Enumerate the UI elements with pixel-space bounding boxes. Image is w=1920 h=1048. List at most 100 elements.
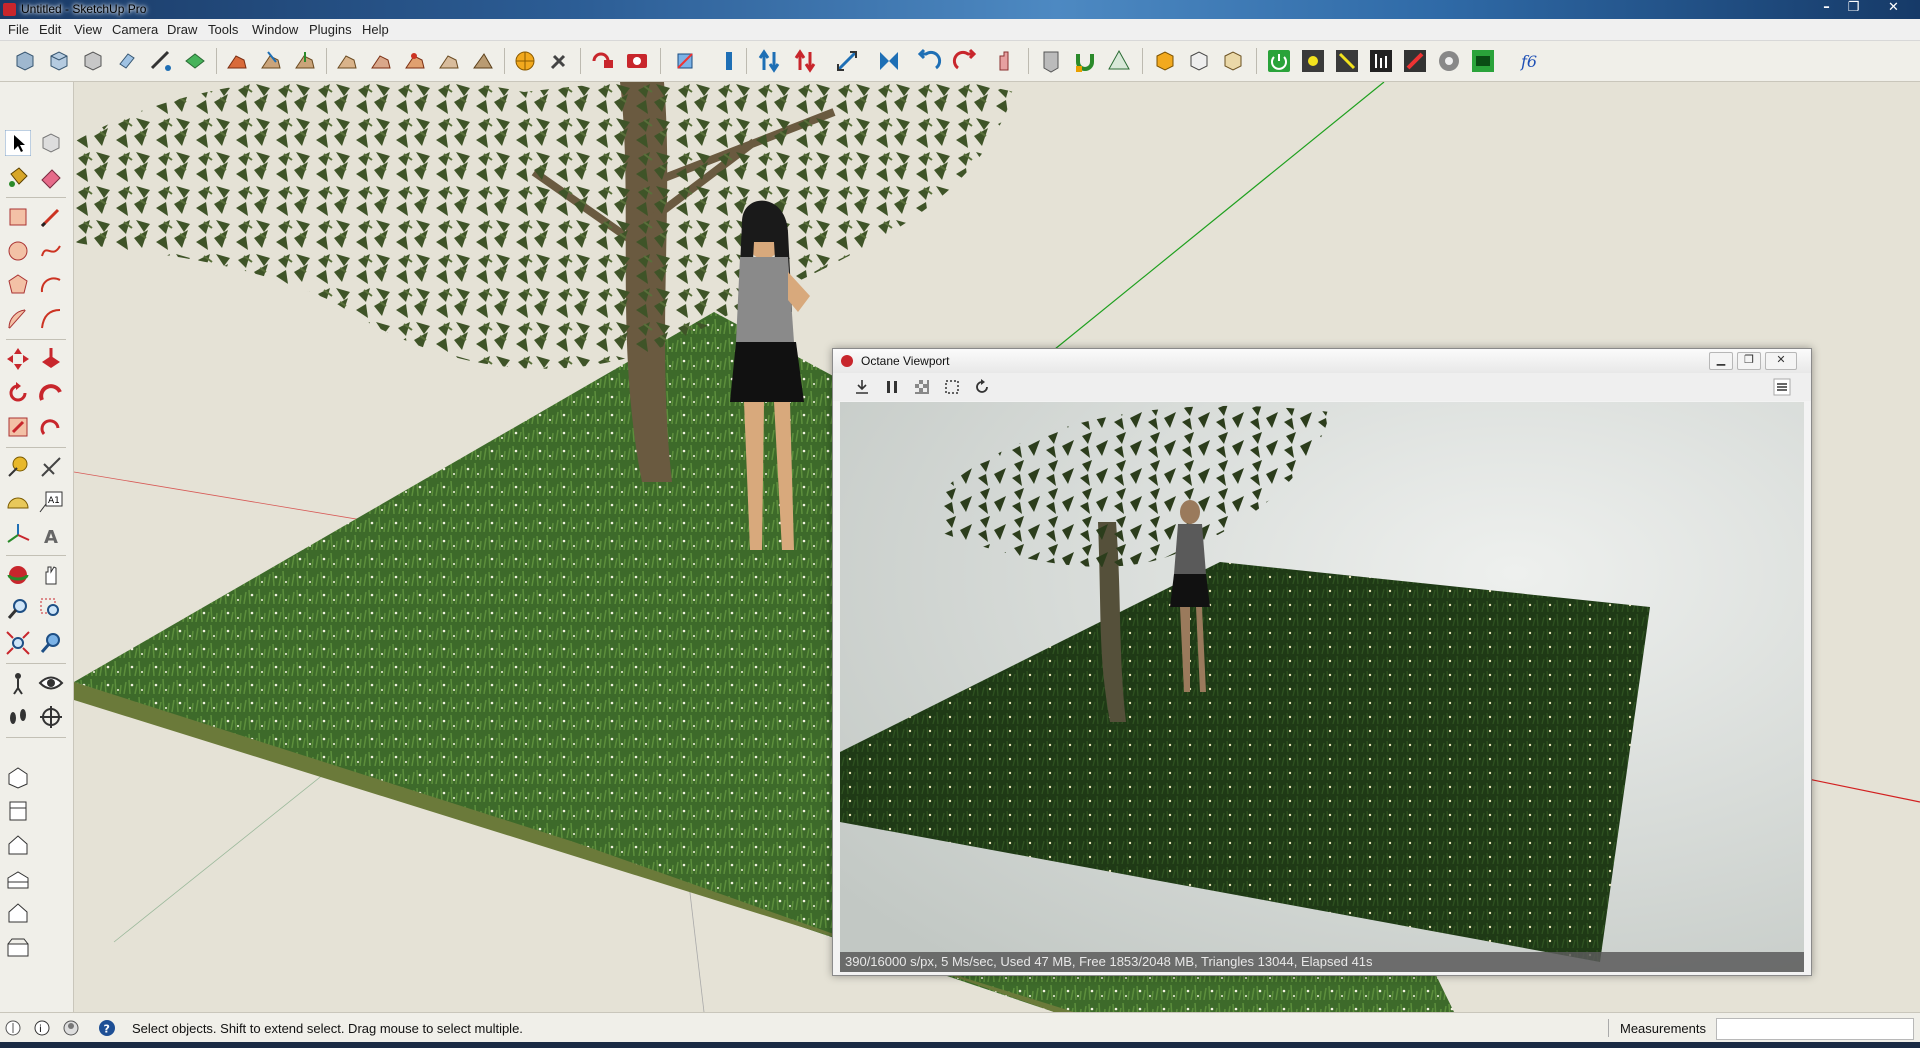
sketchup-app-icon[interactable] <box>3 3 16 16</box>
menu-window[interactable]: Window <box>252 22 298 37</box>
region-select-icon[interactable] <box>943 378 961 396</box>
octane-viewport-window[interactable]: Octane Viewport ▁ ❐ ✕ 390/16000 s/px, 5 … <box>832 348 1812 976</box>
material-icon[interactable] <box>1402 48 1428 74</box>
rectangle-icon[interactable] <box>5 204 31 230</box>
zoom-extents-icon[interactable] <box>5 630 31 656</box>
shell-icon[interactable] <box>1038 48 1064 74</box>
redo-arrow-icon[interactable] <box>952 48 978 74</box>
iso-view-icon[interactable] <box>12 48 38 74</box>
menu-tools[interactable]: Tools <box>208 22 238 37</box>
octane-render-canvas[interactable]: 390/16000 s/px, 5 Ms/sec, Used 47 MB, Fr… <box>840 402 1804 972</box>
freehand-icon[interactable] <box>38 238 64 264</box>
menu-help[interactable]: Help <box>362 22 389 37</box>
hand-pointer-icon[interactable] <box>992 48 1018 74</box>
render-settings-icon[interactable] <box>1368 48 1394 74</box>
camera-record-icon[interactable] <box>624 48 650 74</box>
cube-white-icon[interactable] <box>1186 48 1212 74</box>
front-house-icon[interactable] <box>5 832 31 858</box>
flip-edge-icon[interactable] <box>436 48 462 74</box>
download-icon[interactable] <box>853 378 871 396</box>
move-down-icon[interactable] <box>792 48 818 74</box>
look-around-eye-icon[interactable] <box>38 670 64 696</box>
previous-view-icon[interactable] <box>38 630 64 656</box>
pan-hand-icon[interactable] <box>38 562 64 588</box>
refresh-icon[interactable] <box>973 378 991 396</box>
restore-icon[interactable]: ❐ <box>1737 352 1761 370</box>
menu-camera[interactable]: Camera <box>112 22 158 37</box>
user-sign-in-icon[interactable] <box>62 1019 80 1037</box>
zoom-icon[interactable] <box>5 596 31 622</box>
scale-icon[interactable] <box>834 48 860 74</box>
tape-measure-icon[interactable] <box>5 454 31 480</box>
top-house-icon[interactable] <box>5 798 31 824</box>
component-icon[interactable] <box>38 130 64 156</box>
power-icon[interactable] <box>1266 48 1292 74</box>
dimension-icon[interactable] <box>38 454 64 480</box>
axes-icon[interactable] <box>5 522 31 548</box>
offset-icon[interactable] <box>38 414 64 440</box>
sandbox-scratch-icon[interactable] <box>258 48 284 74</box>
eraser-icon[interactable] <box>38 164 64 190</box>
mirror-icon[interactable] <box>876 48 902 74</box>
cube-orange-icon[interactable] <box>1152 48 1178 74</box>
stamp-icon[interactable] <box>334 48 360 74</box>
solid-outer-icon[interactable] <box>1106 48 1132 74</box>
sun-light-icon[interactable] <box>1300 48 1326 74</box>
line-pencil-icon[interactable] <box>38 204 64 230</box>
move-icon[interactable] <box>5 346 31 372</box>
viewport-render-icon[interactable] <box>1470 48 1496 74</box>
select-arrow-icon[interactable] <box>5 130 31 156</box>
circle-icon[interactable] <box>5 238 31 264</box>
back-house-icon[interactable] <box>5 900 31 926</box>
iso-house-icon[interactable] <box>5 764 31 790</box>
function-f6-icon[interactable]: f6 <box>1518 48 1544 74</box>
protractor-icon[interactable] <box>5 488 31 514</box>
text-label-icon[interactable]: A1 <box>38 488 64 514</box>
checker-grid-icon[interactable] <box>913 378 931 396</box>
scale-tool-icon[interactable] <box>5 414 31 440</box>
polygon-icon[interactable] <box>5 272 31 298</box>
menu-plugins[interactable]: Plugins <box>309 22 352 37</box>
pie-icon[interactable] <box>5 306 31 332</box>
undo-arrow-icon[interactable] <box>916 48 942 74</box>
zoom-window-icon[interactable] <box>38 596 64 622</box>
credits-icon[interactable]: i <box>33 1019 51 1037</box>
left-house-icon[interactable] <box>5 934 31 960</box>
arc-3pt-icon[interactable] <box>38 306 64 332</box>
walk-footprints-icon[interactable] <box>5 704 31 730</box>
top-view-icon[interactable] <box>46 48 72 74</box>
minimize-icon[interactable]: ▁ <box>1709 352 1733 370</box>
front-view-icon[interactable] <box>80 48 106 74</box>
geo-location-status-icon[interactable] <box>4 1019 22 1037</box>
geo-location-icon[interactable] <box>512 48 538 74</box>
close-icon[interactable]: ✕ <box>1765 352 1797 370</box>
menu-edit[interactable]: Edit <box>39 22 61 37</box>
select-box-icon[interactable] <box>672 48 698 74</box>
shaded-icon[interactable] <box>182 48 208 74</box>
push-pull-icon[interactable] <box>38 346 64 372</box>
restore-icon[interactable]: ❐ <box>1841 0 1866 17</box>
sandbox-icon[interactable] <box>224 48 250 74</box>
right-view-icon[interactable] <box>114 48 140 74</box>
help-question-icon[interactable]: ? <box>98 1019 116 1037</box>
menu-hamburger-icon[interactable] <box>1773 378 1791 396</box>
pick-light-icon[interactable] <box>1334 48 1360 74</box>
orbit-icon[interactable] <box>5 562 31 588</box>
menu-file[interactable]: File <box>8 22 29 37</box>
3d-text-icon[interactable]: A <box>38 522 64 548</box>
add-detail-icon[interactable] <box>402 48 428 74</box>
paint-bucket-icon[interactable] <box>5 164 31 190</box>
minimize-icon[interactable]: – <box>1814 0 1839 17</box>
close-icon[interactable]: ✕ <box>1881 0 1906 17</box>
move-up-icon[interactable] <box>756 48 782 74</box>
cube-tan-icon[interactable] <box>1220 48 1246 74</box>
drape-icon[interactable] <box>368 48 394 74</box>
menu-view[interactable]: View <box>74 22 102 37</box>
follow-me-icon[interactable] <box>38 380 64 406</box>
magnet-icon[interactable] <box>1072 48 1098 74</box>
section-plane-icon[interactable] <box>148 48 174 74</box>
tools-wrench-icon[interactable] <box>546 48 572 74</box>
align-icon[interactable] <box>716 48 742 74</box>
right-house-icon[interactable] <box>5 866 31 892</box>
menu-draw[interactable]: Draw <box>167 22 197 37</box>
